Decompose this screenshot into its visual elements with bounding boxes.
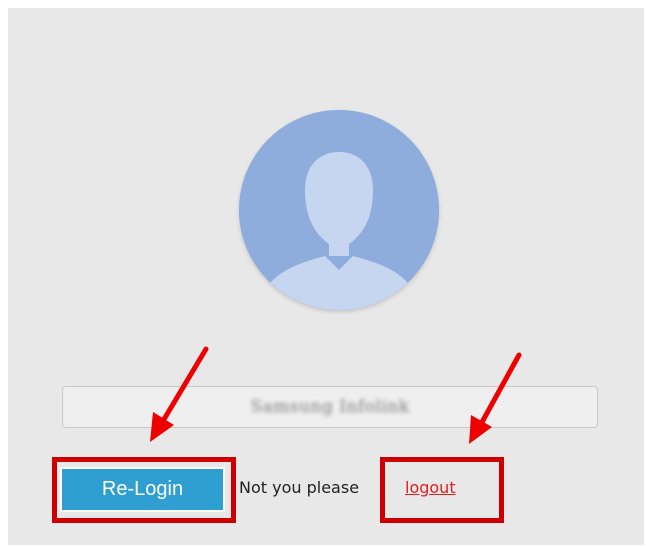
not-you-text: Not you please — [239, 478, 360, 497]
username-field: Samsung Infolink — [62, 386, 598, 428]
relogin-button[interactable]: Re-Login — [60, 467, 225, 512]
logout-link[interactable]: logout — [405, 478, 456, 497]
user-avatar — [239, 110, 439, 310]
user-silhouette-icon — [239, 110, 439, 310]
username-blurred-text: Samsung Infolink — [250, 397, 410, 417]
